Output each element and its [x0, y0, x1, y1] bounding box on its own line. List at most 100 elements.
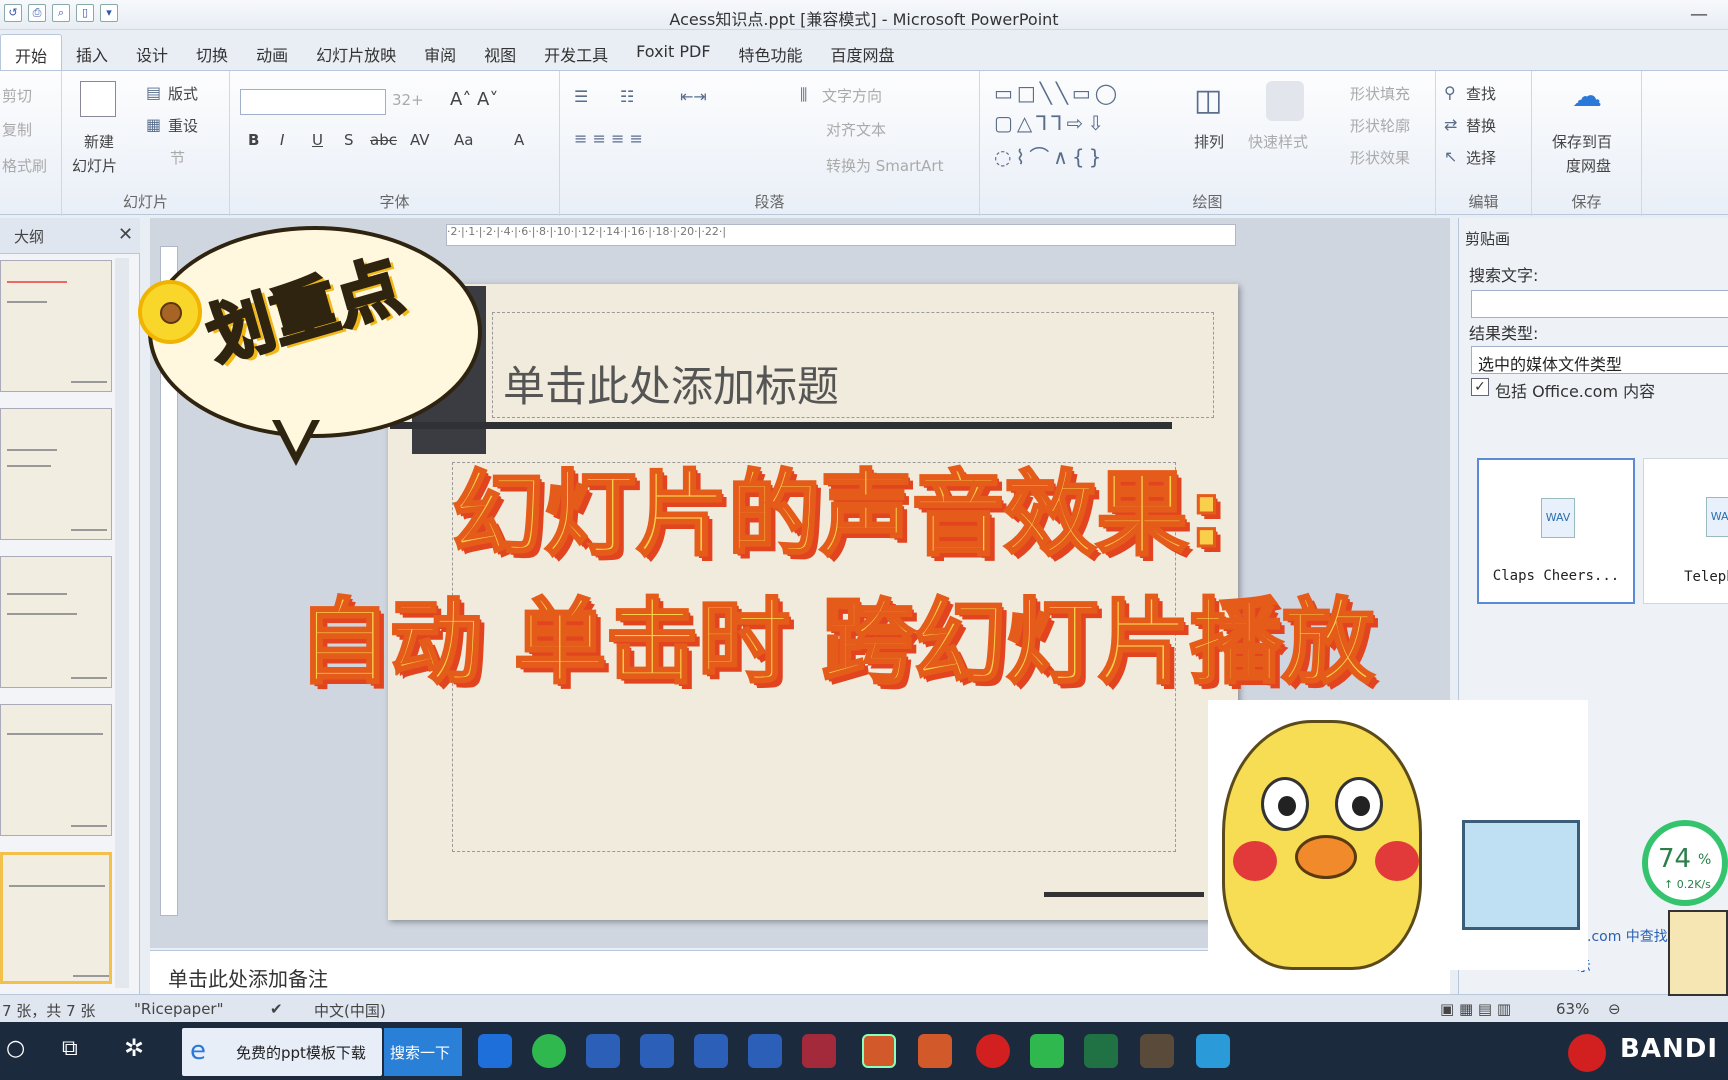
search-taskbar-button[interactable]: 搜索一下: [384, 1028, 462, 1076]
change-case-button[interactable]: Aa: [454, 131, 473, 149]
align-text-button[interactable]: 对齐文本: [826, 119, 886, 140]
word-icon[interactable]: [694, 1034, 728, 1068]
app-icon[interactable]: [1140, 1034, 1174, 1068]
section-button[interactable]: 节: [170, 147, 185, 168]
font-color-button[interactable]: A: [514, 131, 524, 149]
slide-thumbnail[interactable]: [0, 260, 112, 392]
close-pane-icon[interactable]: ✕: [118, 224, 133, 245]
grow-font-icon[interactable]: A˄ A˅: [450, 89, 498, 110]
tab-slideshow[interactable]: 幻灯片放映: [302, 34, 410, 70]
task-view-icon[interactable]: ⧉: [62, 1036, 78, 1061]
clip-item-label: Telephone: [1684, 569, 1728, 585]
shapes-gallery-icon[interactable]: ▭□╲╲▭◯: [994, 81, 1121, 105]
pinwheel-icon[interactable]: ✲: [124, 1034, 144, 1062]
align-left-icon[interactable]: ≡ ≡ ≡ ≡: [574, 129, 643, 148]
strikethrough-button[interactable]: abc: [370, 131, 397, 149]
smartart-button[interactable]: 转换为 SmartArt: [826, 155, 943, 176]
shapes-row2-icon[interactable]: ▢△⅂⅂⇨⇩: [994, 111, 1108, 135]
slide-thumbnail[interactable]: [0, 408, 112, 540]
tab-transitions[interactable]: 切换: [182, 34, 242, 70]
new-slide-button[interactable]: 新建: [84, 131, 114, 152]
slide-thumbnail[interactable]: [0, 556, 112, 688]
zoom-level[interactable]: 63%: [1556, 1000, 1589, 1018]
record-icon[interactable]: [976, 1034, 1010, 1068]
browser-icon[interactable]: [532, 1034, 566, 1068]
shape-fill-button[interactable]: 形状填充: [1350, 83, 1410, 104]
tab-special[interactable]: 特色功能: [725, 34, 817, 70]
baidu-cloud-icon: ☁: [1572, 79, 1602, 114]
office-link[interactable]: .com 中查找: [1587, 926, 1668, 946]
new-slide-icon: [80, 81, 116, 117]
arrange-button[interactable]: 排列: [1194, 131, 1224, 152]
new-slide-label[interactable]: 幻灯片: [72, 155, 117, 176]
shape-outline-button[interactable]: 形状轮廓: [1350, 115, 1410, 136]
char-spacing-button[interactable]: AV: [410, 131, 430, 149]
excel-icon[interactable]: [1084, 1034, 1118, 1068]
select-button[interactable]: 选择: [1466, 147, 1496, 168]
reset-icon: ▦: [146, 115, 162, 134]
shape-effects-button[interactable]: 形状效果: [1350, 147, 1410, 168]
tab-review[interactable]: 审阅: [410, 34, 470, 70]
find-button[interactable]: 查找: [1466, 83, 1496, 104]
replace-button[interactable]: 替换: [1466, 115, 1496, 136]
group-drawing: ▭□╲╲▭◯ ▢△⅂⅂⇨⇩ ◌⌇⌒∧{} ◫ 排列 快速样式 形状填充 形状轮廓…: [980, 71, 1436, 216]
search-app-icon[interactable]: [1196, 1034, 1230, 1068]
search-input[interactable]: [1471, 290, 1728, 318]
bandicam-record-icon[interactable]: [1568, 1034, 1606, 1072]
clip-item[interactable]: WAV Telephone: [1643, 458, 1728, 604]
format-painter-button[interactable]: 格式刷: [2, 155, 47, 176]
spellcheck-icon[interactable]: ✔: [270, 1000, 283, 1018]
slide-thumbnail-selected[interactable]: [0, 852, 112, 984]
shadow-button[interactable]: S: [344, 131, 354, 149]
text-direction-button[interactable]: 文字方向: [822, 85, 882, 106]
font-name-select[interactable]: [240, 89, 386, 115]
save-group-label: 保存: [1571, 193, 1602, 211]
italic-button[interactable]: I: [280, 131, 284, 149]
indent-icon[interactable]: ⇤⇥: [680, 87, 707, 106]
save-to-baidu-button[interactable]: 保存到百: [1552, 131, 1612, 152]
tab-foxit[interactable]: Foxit PDF: [622, 34, 724, 70]
zoom-out-icon[interactable]: ⊖: [1608, 1000, 1621, 1018]
editing-group-label: 编辑: [1468, 193, 1499, 211]
wechat-icon[interactable]: [1030, 1034, 1064, 1068]
tab-baidu[interactable]: 百度网盘: [817, 34, 909, 70]
save-to-baidu-label[interactable]: 度网盘: [1566, 155, 1611, 176]
reset-button[interactable]: 重设: [168, 115, 198, 136]
powerpoint-icon[interactable]: [862, 1034, 896, 1068]
underline-button[interactable]: U: [312, 131, 323, 149]
powerpoint-icon[interactable]: [918, 1034, 952, 1068]
cut-button[interactable]: 剪切: [2, 85, 32, 106]
bullets-icon[interactable]: ☰: [574, 87, 588, 106]
word-icon[interactable]: [640, 1034, 674, 1068]
minimize-button[interactable]: —: [1690, 4, 1708, 25]
result-type-label: 结果类型:: [1469, 324, 1539, 343]
copy-button[interactable]: 复制: [2, 119, 32, 140]
result-type-select[interactable]: 选中的媒体文件类型: [1471, 346, 1728, 374]
windows-icon[interactable]: ○: [6, 1036, 25, 1061]
edge-icon[interactable]: [478, 1034, 512, 1068]
layout-button[interactable]: 版式: [168, 83, 198, 104]
word-icon[interactable]: [586, 1034, 620, 1068]
tab-animations[interactable]: 动画: [242, 34, 302, 70]
tab-developer[interactable]: 开发工具: [530, 34, 622, 70]
include-office-checkbox[interactable]: ✓: [1471, 378, 1489, 396]
quick-styles-button[interactable]: 快速样式: [1248, 131, 1308, 152]
tab-home[interactable]: 开始: [0, 34, 63, 70]
title-placeholder-text: 单击此处添加标题: [503, 362, 840, 411]
tab-insert[interactable]: 插入: [62, 34, 122, 70]
tab-design[interactable]: 设计: [122, 34, 182, 70]
numbering-icon[interactable]: ☷: [620, 87, 634, 106]
access-icon[interactable]: [802, 1034, 836, 1068]
slides-scrollbar[interactable]: [115, 258, 129, 988]
view-buttons-icon[interactable]: ▣ ▦ ▤ ▥: [1440, 1000, 1511, 1018]
title-placeholder[interactable]: 单击此处添加标题: [492, 312, 1214, 418]
tab-view[interactable]: 视图: [470, 34, 530, 70]
browser-taskbar-item[interactable]: e 免费的ppt模板下载: [182, 1028, 382, 1076]
outline-tab[interactable]: 大纲: [14, 226, 44, 247]
font-size-select[interactable]: 32+: [392, 91, 424, 109]
slide-thumbnail[interactable]: [0, 704, 112, 836]
shapes-row3-icon[interactable]: ◌⌇⌒∧{}: [994, 141, 1105, 170]
bold-button[interactable]: B: [248, 131, 259, 149]
clip-item[interactable]: WAV Claps Cheers...: [1477, 458, 1635, 604]
word-icon[interactable]: [748, 1034, 782, 1068]
